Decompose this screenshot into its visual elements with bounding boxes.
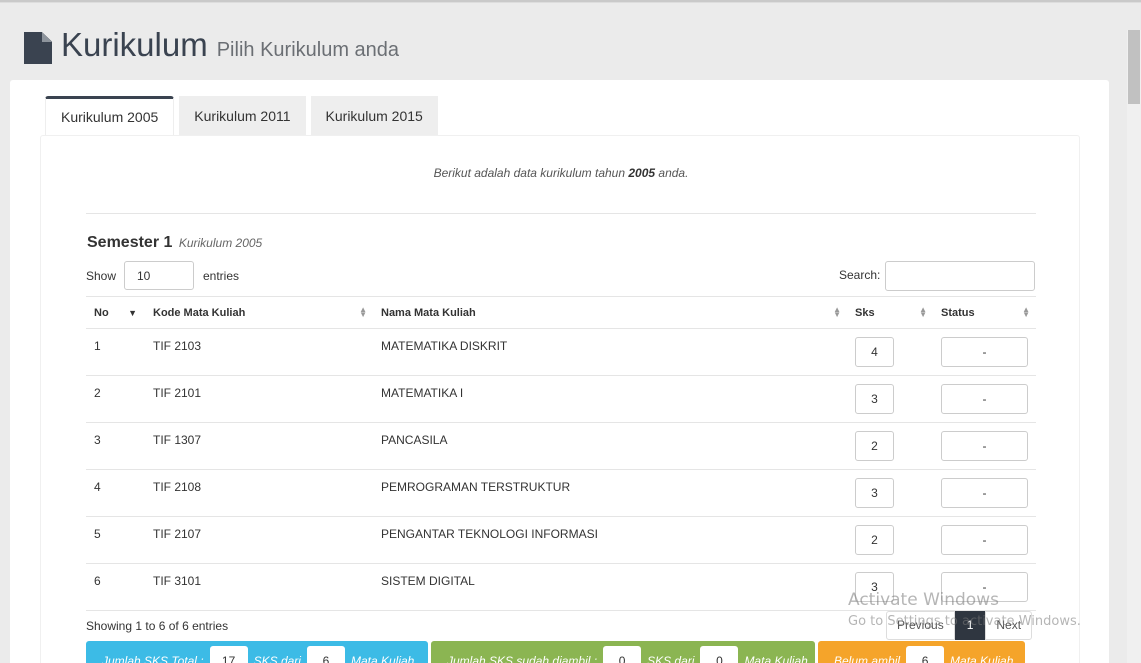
- tab-kurikulum-2015[interactable]: Kurikulum 2015: [310, 96, 438, 135]
- cell-no: 4: [86, 469, 145, 517]
- table-row: 4 TIF 2108 PEMROGRAMAN TERSTRUKTUR 3 -: [86, 469, 1036, 517]
- column-header-status[interactable]: Status ▲ ▼: [933, 296, 1036, 329]
- document-icon: [24, 32, 52, 64]
- page-subtitle: Pilih Kurikulum anda: [216, 39, 400, 61]
- tab-kurikulum-2011[interactable]: Kurikulum 2011: [179, 96, 306, 135]
- cell-kode: TIF 2107: [145, 516, 373, 564]
- sks-field: 4: [855, 337, 894, 367]
- cell-kode: TIF 3101: [145, 563, 373, 611]
- page-header: Kurikulum Pilih Kurikulum anda: [24, 26, 399, 66]
- sks-field: 2: [855, 525, 894, 555]
- column-header-nama[interactable]: Nama Mata Kuliah ▲ ▼: [373, 296, 847, 329]
- sks-field: 3: [855, 478, 894, 508]
- cell-kode: TIF 2108: [145, 469, 373, 517]
- cell-nama: MATEMATIKA DISKRIT: [373, 328, 847, 376]
- sort-icon: ▲ ▼: [833, 305, 841, 319]
- column-header-no[interactable]: No ▼: [86, 296, 145, 329]
- taken-mk-value: 0: [700, 646, 739, 663]
- cell-no: 5: [86, 516, 145, 564]
- cell-no: 6: [86, 563, 145, 611]
- cell-nama: SISTEM DIGITAL: [373, 563, 847, 611]
- entries-label: entries: [203, 269, 240, 283]
- activation-watermark: Activate Windows Go to Settings to activ…: [848, 590, 1081, 629]
- table-row: 3 TIF 1307 PANCASILA 2 -: [86, 422, 1036, 470]
- pending-box: Belum ambil 6 Mata Kuliah: [818, 641, 1025, 663]
- table-row: 5 TIF 2107 PENGANTAR TEKNOLOGI INFORMASI…: [86, 516, 1036, 564]
- table-row: 1 TIF 2103 MATEMATIKA DISKRIT 4 -: [86, 328, 1036, 376]
- table-info: Showing 1 to 6 of 6 entries: [86, 619, 229, 633]
- table-header-row: No ▼ Kode Mata Kuliah ▲ ▼ Nama Mata Kuliah ▲…: [86, 296, 1036, 329]
- total-mk-value: 6: [306, 646, 345, 663]
- intro-year: 2005: [628, 166, 656, 180]
- status-button[interactable]: -: [941, 337, 1028, 367]
- tab-kurikulum-2005[interactable]: Kurikulum 2005: [45, 96, 175, 135]
- status-button[interactable]: -: [941, 525, 1028, 555]
- search-input[interactable]: [885, 261, 1035, 291]
- semester-title: Semester 1 Kurikulum 2005: [87, 234, 263, 251]
- curriculum-table: No ▼ Kode Mata Kuliah ▲ ▼ Nama Mata Kuliah ▲…: [86, 296, 1036, 611]
- curriculum-tabs: Kurikulum 2005 Kurikulum 2011 Kurikulum …: [45, 96, 443, 135]
- cell-nama: PEMROGRAMAN TERSTRUKTUR: [373, 469, 847, 517]
- sort-desc-icon: ▼: [128, 308, 137, 318]
- cell-nama: MATEMATIKA I: [373, 375, 847, 423]
- cell-nama: PENGANTAR TEKNOLOGI INFORMASI: [373, 516, 847, 564]
- sort-icon: ▲ ▼: [359, 305, 367, 319]
- taken-sks-value: 0: [603, 646, 642, 663]
- divider: [86, 213, 1036, 214]
- column-header-sks[interactable]: Sks ▲ ▼: [847, 296, 933, 329]
- sort-icon: ▲ ▼: [1022, 305, 1030, 319]
- cell-no: 3: [86, 422, 145, 470]
- page-title: Kurikulum: [61, 26, 208, 63]
- sort-icon: ▲ ▼: [919, 305, 927, 319]
- search-label: Search:: [839, 268, 881, 282]
- cell-nama: PANCASILA: [373, 422, 847, 470]
- pending-mk-value: 6: [906, 646, 945, 663]
- status-button[interactable]: -: [941, 431, 1028, 461]
- sks-field: 3: [855, 384, 894, 414]
- intro-text: Berikut adalah data kurikulum tahun 2005…: [433, 166, 689, 180]
- table-row: 2 TIF 2101 MATEMATIKA I 3 -: [86, 375, 1036, 423]
- cell-no: 2: [86, 375, 145, 423]
- entries-per-page-select[interactable]: 10: [124, 261, 194, 290]
- tab-panel: Berikut adalah data kurikulum tahun 2005…: [40, 135, 1080, 663]
- show-label: Show: [86, 269, 117, 283]
- window-top-border: [0, 0, 1141, 3]
- status-button[interactable]: -: [941, 478, 1028, 508]
- content-card: Kurikulum 2005 Kurikulum 2011 Kurikulum …: [10, 80, 1109, 663]
- cell-kode: TIF 1307: [145, 422, 373, 470]
- status-button[interactable]: -: [941, 384, 1028, 414]
- total-sks-value: 17: [209, 646, 248, 663]
- scrollbar-thumb[interactable]: [1128, 30, 1140, 104]
- cell-no: 1: [86, 328, 145, 376]
- sks-field: 2: [855, 431, 894, 461]
- taken-sks-box: Jumlah SKS sudah diambil : 0 SKS dari 0 …: [431, 641, 815, 663]
- page-scrollbar[interactable]: [1127, 30, 1141, 663]
- cell-kode: TIF 2101: [145, 375, 373, 423]
- semester-subtitle: Kurikulum 2005: [178, 236, 263, 250]
- total-sks-box: Jumlah SKS Total : 17 SKS dari 6 Mata Ku…: [86, 641, 428, 663]
- column-header-kode[interactable]: Kode Mata Kuliah ▲ ▼: [145, 296, 373, 329]
- cell-kode: TIF 2103: [145, 328, 373, 376]
